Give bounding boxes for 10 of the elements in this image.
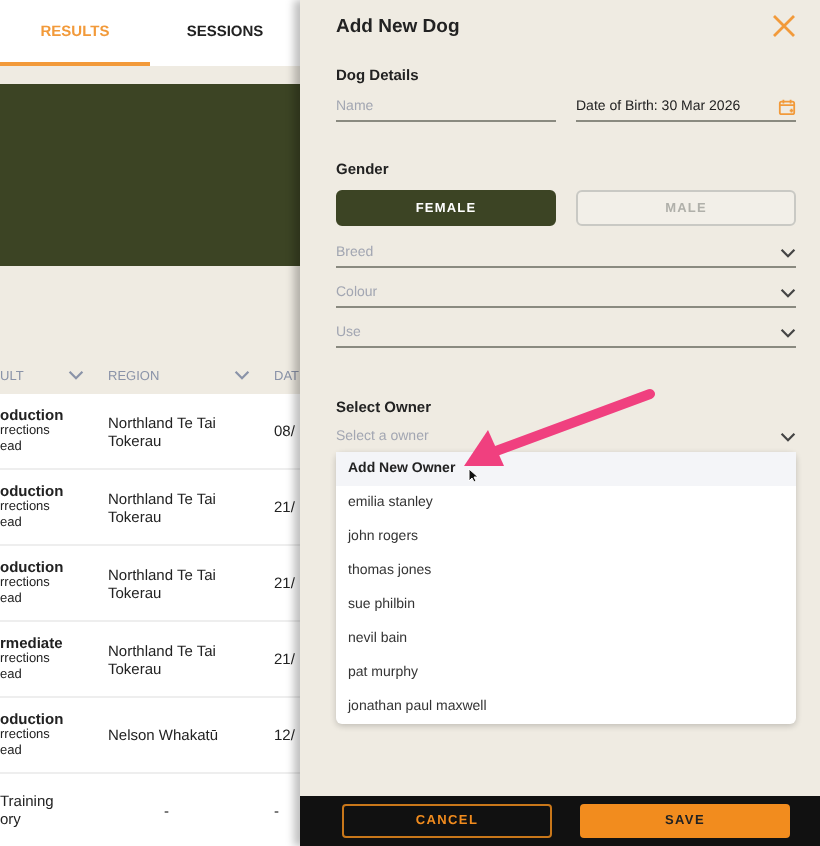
chevron-icon (780, 431, 796, 441)
dialog-title: Add New Dog (336, 15, 460, 37)
chevron-icon (780, 327, 796, 337)
chevron-icon[interactable] (234, 369, 250, 383)
close-icon[interactable] (772, 14, 796, 38)
calendar-icon[interactable] (778, 98, 796, 116)
cursor-icon (468, 468, 478, 482)
chevron-icon (780, 247, 796, 257)
chevron-icon (780, 287, 796, 297)
chevron-icon[interactable] (68, 369, 84, 383)
